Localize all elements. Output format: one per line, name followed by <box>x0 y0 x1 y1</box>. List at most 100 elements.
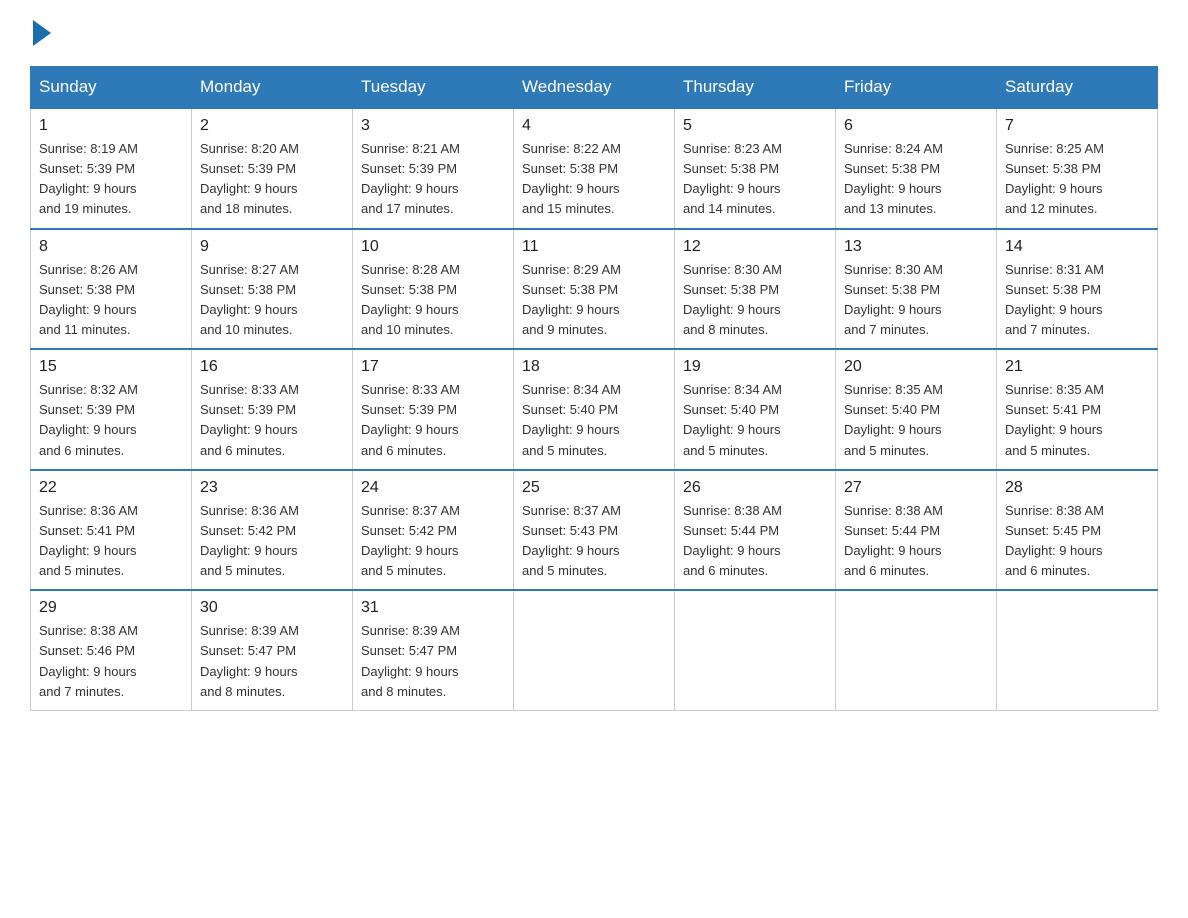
calendar-week-row: 22 Sunrise: 8:36 AM Sunset: 5:41 PM Dayl… <box>31 470 1158 591</box>
day-info: Sunrise: 8:20 AM Sunset: 5:39 PM Dayligh… <box>200 139 344 220</box>
day-number: 27 <box>844 479 988 497</box>
calendar-day-cell: 20 Sunrise: 8:35 AM Sunset: 5:40 PM Dayl… <box>836 349 997 470</box>
calendar-table: SundayMondayTuesdayWednesdayThursdayFrid… <box>30 66 1158 711</box>
calendar-day-cell: 12 Sunrise: 8:30 AM Sunset: 5:38 PM Dayl… <box>675 229 836 350</box>
calendar-day-cell: 6 Sunrise: 8:24 AM Sunset: 5:38 PM Dayli… <box>836 108 997 229</box>
day-number: 22 <box>39 479 183 497</box>
day-number: 28 <box>1005 479 1149 497</box>
day-info: Sunrise: 8:19 AM Sunset: 5:39 PM Dayligh… <box>39 139 183 220</box>
day-number: 21 <box>1005 358 1149 376</box>
day-info: Sunrise: 8:32 AM Sunset: 5:39 PM Dayligh… <box>39 380 183 461</box>
day-info: Sunrise: 8:31 AM Sunset: 5:38 PM Dayligh… <box>1005 260 1149 341</box>
day-info: Sunrise: 8:29 AM Sunset: 5:38 PM Dayligh… <box>522 260 666 341</box>
calendar-week-row: 15 Sunrise: 8:32 AM Sunset: 5:39 PM Dayl… <box>31 349 1158 470</box>
day-number: 15 <box>39 358 183 376</box>
calendar-week-row: 29 Sunrise: 8:38 AM Sunset: 5:46 PM Dayl… <box>31 590 1158 710</box>
calendar-day-cell: 31 Sunrise: 8:39 AM Sunset: 5:47 PM Dayl… <box>353 590 514 710</box>
calendar-day-cell: 2 Sunrise: 8:20 AM Sunset: 5:39 PM Dayli… <box>192 108 353 229</box>
calendar-day-cell: 21 Sunrise: 8:35 AM Sunset: 5:41 PM Dayl… <box>997 349 1158 470</box>
calendar-day-cell: 19 Sunrise: 8:34 AM Sunset: 5:40 PM Dayl… <box>675 349 836 470</box>
day-number: 31 <box>361 599 505 617</box>
calendar-day-cell <box>675 590 836 710</box>
day-info: Sunrise: 8:24 AM Sunset: 5:38 PM Dayligh… <box>844 139 988 220</box>
day-number: 13 <box>844 238 988 256</box>
calendar-week-row: 8 Sunrise: 8:26 AM Sunset: 5:38 PM Dayli… <box>31 229 1158 350</box>
day-info: Sunrise: 8:33 AM Sunset: 5:39 PM Dayligh… <box>361 380 505 461</box>
calendar-week-row: 1 Sunrise: 8:19 AM Sunset: 5:39 PM Dayli… <box>31 108 1158 229</box>
day-number: 3 <box>361 117 505 135</box>
calendar-day-cell: 14 Sunrise: 8:31 AM Sunset: 5:38 PM Dayl… <box>997 229 1158 350</box>
day-number: 10 <box>361 238 505 256</box>
calendar-day-cell: 24 Sunrise: 8:37 AM Sunset: 5:42 PM Dayl… <box>353 470 514 591</box>
day-info: Sunrise: 8:21 AM Sunset: 5:39 PM Dayligh… <box>361 139 505 220</box>
day-number: 19 <box>683 358 827 376</box>
day-number: 12 <box>683 238 827 256</box>
calendar-day-cell: 8 Sunrise: 8:26 AM Sunset: 5:38 PM Dayli… <box>31 229 192 350</box>
day-number: 4 <box>522 117 666 135</box>
day-info: Sunrise: 8:27 AM Sunset: 5:38 PM Dayligh… <box>200 260 344 341</box>
day-info: Sunrise: 8:36 AM Sunset: 5:41 PM Dayligh… <box>39 501 183 582</box>
day-number: 30 <box>200 599 344 617</box>
day-info: Sunrise: 8:39 AM Sunset: 5:47 PM Dayligh… <box>361 621 505 702</box>
calendar-day-cell: 18 Sunrise: 8:34 AM Sunset: 5:40 PM Dayl… <box>514 349 675 470</box>
day-info: Sunrise: 8:36 AM Sunset: 5:42 PM Dayligh… <box>200 501 344 582</box>
weekday-header-row: SundayMondayTuesdayWednesdayThursdayFrid… <box>31 67 1158 109</box>
day-number: 8 <box>39 238 183 256</box>
day-number: 11 <box>522 238 666 256</box>
calendar-day-cell: 9 Sunrise: 8:27 AM Sunset: 5:38 PM Dayli… <box>192 229 353 350</box>
weekday-header-cell: Friday <box>836 67 997 109</box>
day-number: 16 <box>200 358 344 376</box>
weekday-header-cell: Monday <box>192 67 353 109</box>
calendar-day-cell: 5 Sunrise: 8:23 AM Sunset: 5:38 PM Dayli… <box>675 108 836 229</box>
logo <box>30 20 51 46</box>
day-info: Sunrise: 8:38 AM Sunset: 5:45 PM Dayligh… <box>1005 501 1149 582</box>
day-number: 9 <box>200 238 344 256</box>
day-info: Sunrise: 8:37 AM Sunset: 5:42 PM Dayligh… <box>361 501 505 582</box>
weekday-header-cell: Thursday <box>675 67 836 109</box>
weekday-header-cell: Saturday <box>997 67 1158 109</box>
calendar-day-cell: 16 Sunrise: 8:33 AM Sunset: 5:39 PM Dayl… <box>192 349 353 470</box>
day-info: Sunrise: 8:38 AM Sunset: 5:44 PM Dayligh… <box>844 501 988 582</box>
day-number: 29 <box>39 599 183 617</box>
calendar-day-cell <box>836 590 997 710</box>
day-info: Sunrise: 8:30 AM Sunset: 5:38 PM Dayligh… <box>683 260 827 341</box>
calendar-day-cell: 13 Sunrise: 8:30 AM Sunset: 5:38 PM Dayl… <box>836 229 997 350</box>
day-info: Sunrise: 8:25 AM Sunset: 5:38 PM Dayligh… <box>1005 139 1149 220</box>
calendar-day-cell: 11 Sunrise: 8:29 AM Sunset: 5:38 PM Dayl… <box>514 229 675 350</box>
day-info: Sunrise: 8:35 AM Sunset: 5:40 PM Dayligh… <box>844 380 988 461</box>
calendar-day-cell: 25 Sunrise: 8:37 AM Sunset: 5:43 PM Dayl… <box>514 470 675 591</box>
calendar-day-cell: 29 Sunrise: 8:38 AM Sunset: 5:46 PM Dayl… <box>31 590 192 710</box>
day-info: Sunrise: 8:28 AM Sunset: 5:38 PM Dayligh… <box>361 260 505 341</box>
calendar-day-cell: 17 Sunrise: 8:33 AM Sunset: 5:39 PM Dayl… <box>353 349 514 470</box>
calendar-day-cell: 7 Sunrise: 8:25 AM Sunset: 5:38 PM Dayli… <box>997 108 1158 229</box>
page-header <box>30 20 1158 46</box>
calendar-day-cell: 3 Sunrise: 8:21 AM Sunset: 5:39 PM Dayli… <box>353 108 514 229</box>
day-info: Sunrise: 8:38 AM Sunset: 5:44 PM Dayligh… <box>683 501 827 582</box>
calendar-day-cell: 26 Sunrise: 8:38 AM Sunset: 5:44 PM Dayl… <box>675 470 836 591</box>
day-info: Sunrise: 8:37 AM Sunset: 5:43 PM Dayligh… <box>522 501 666 582</box>
day-info: Sunrise: 8:22 AM Sunset: 5:38 PM Dayligh… <box>522 139 666 220</box>
day-info: Sunrise: 8:33 AM Sunset: 5:39 PM Dayligh… <box>200 380 344 461</box>
day-number: 2 <box>200 117 344 135</box>
day-number: 23 <box>200 479 344 497</box>
weekday-header-cell: Tuesday <box>353 67 514 109</box>
calendar-day-cell: 28 Sunrise: 8:38 AM Sunset: 5:45 PM Dayl… <box>997 470 1158 591</box>
day-number: 24 <box>361 479 505 497</box>
calendar-day-cell: 27 Sunrise: 8:38 AM Sunset: 5:44 PM Dayl… <box>836 470 997 591</box>
calendar-day-cell: 10 Sunrise: 8:28 AM Sunset: 5:38 PM Dayl… <box>353 229 514 350</box>
day-info: Sunrise: 8:39 AM Sunset: 5:47 PM Dayligh… <box>200 621 344 702</box>
logo-arrow-icon <box>33 20 51 46</box>
day-info: Sunrise: 8:30 AM Sunset: 5:38 PM Dayligh… <box>844 260 988 341</box>
day-number: 1 <box>39 117 183 135</box>
calendar-day-cell <box>997 590 1158 710</box>
day-info: Sunrise: 8:35 AM Sunset: 5:41 PM Dayligh… <box>1005 380 1149 461</box>
day-info: Sunrise: 8:34 AM Sunset: 5:40 PM Dayligh… <box>522 380 666 461</box>
day-number: 7 <box>1005 117 1149 135</box>
day-number: 17 <box>361 358 505 376</box>
day-number: 26 <box>683 479 827 497</box>
calendar-day-cell: 23 Sunrise: 8:36 AM Sunset: 5:42 PM Dayl… <box>192 470 353 591</box>
calendar-day-cell: 30 Sunrise: 8:39 AM Sunset: 5:47 PM Dayl… <box>192 590 353 710</box>
day-number: 6 <box>844 117 988 135</box>
weekday-header-cell: Wednesday <box>514 67 675 109</box>
weekday-header-cell: Sunday <box>31 67 192 109</box>
